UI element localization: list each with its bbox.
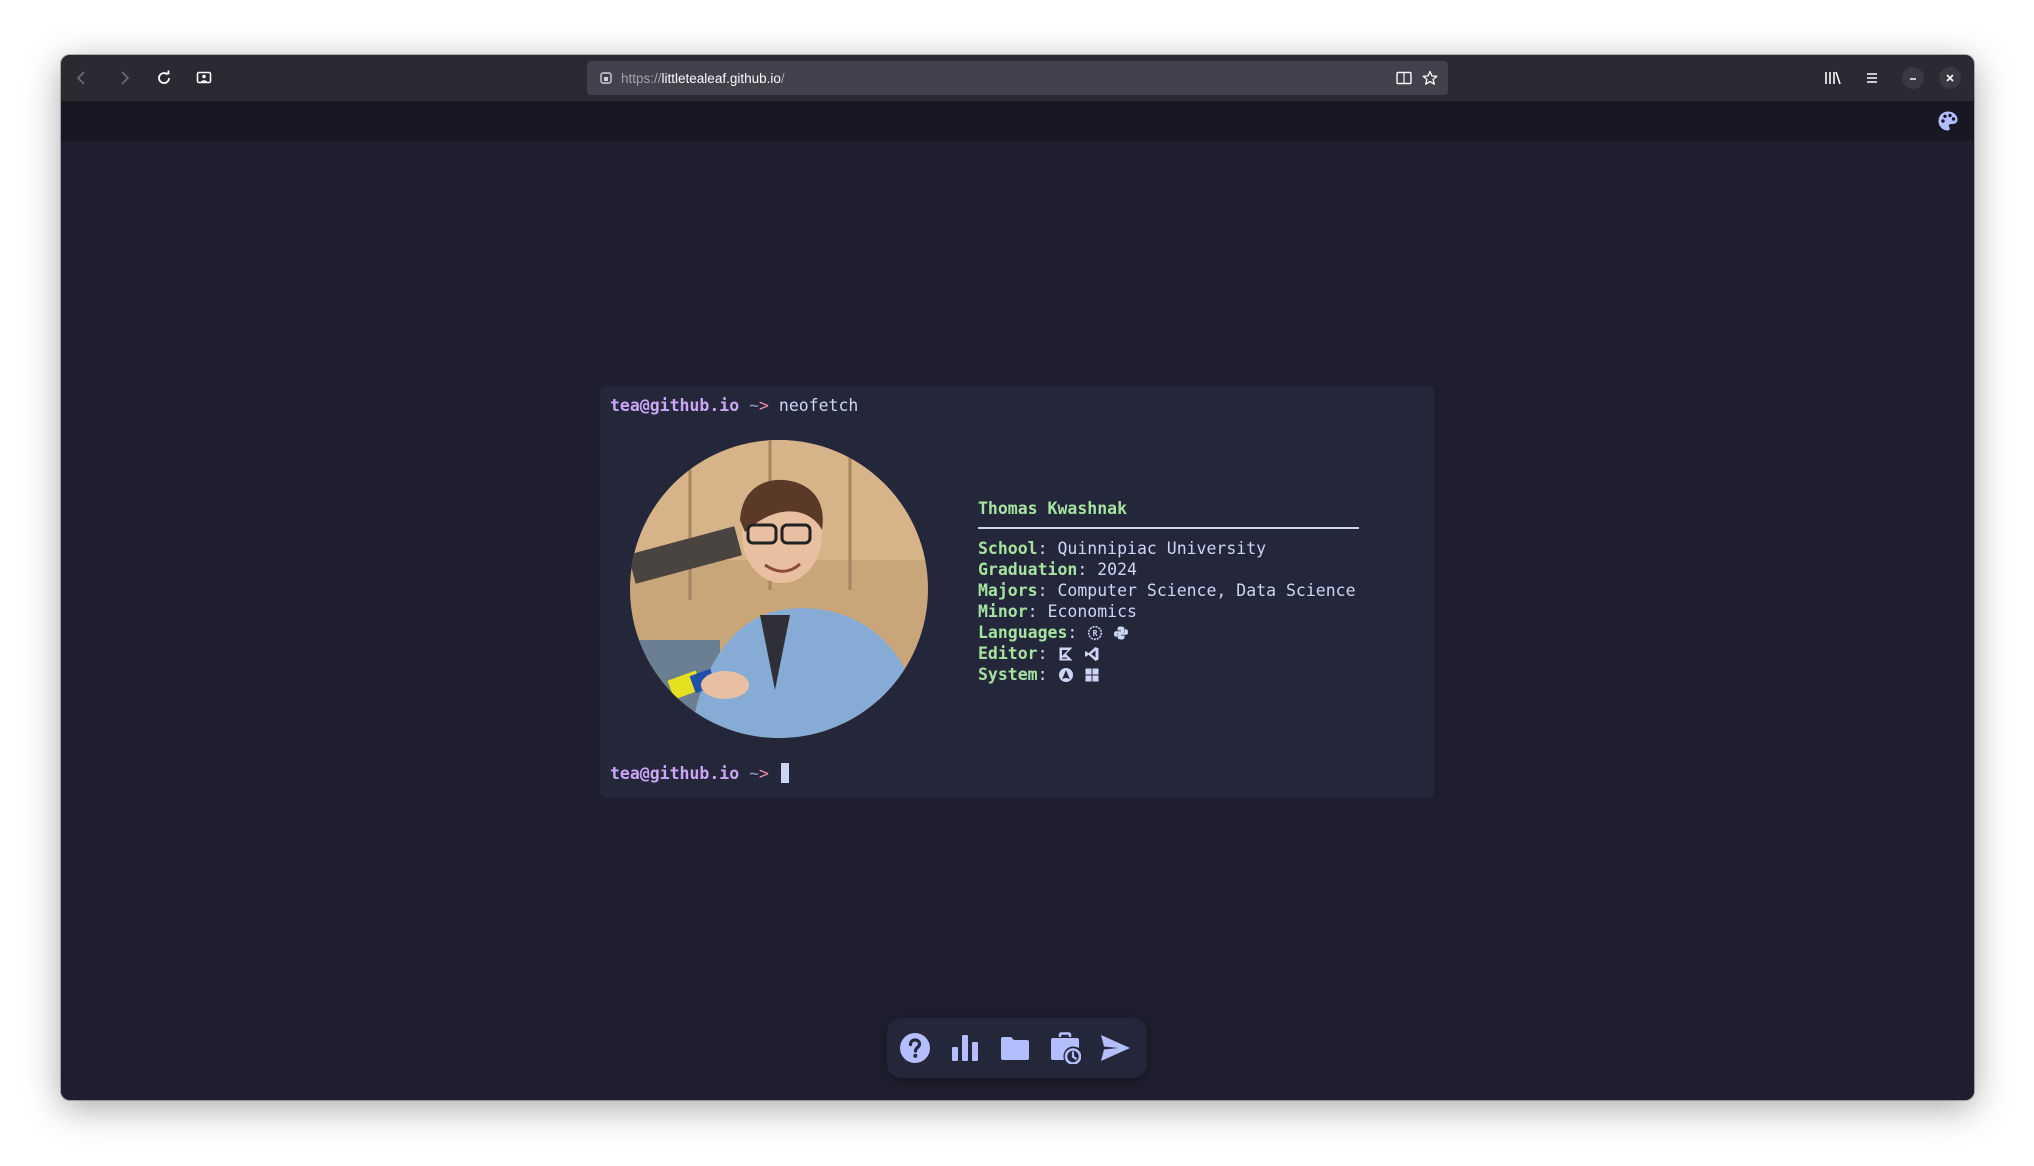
web-page: tea@github.io ~> neofetch Thomas Kwashna… [61, 101, 1974, 1100]
url-host: littletealeaf.github.io [661, 70, 781, 86]
prompt-line-command: tea@github.io ~> neofetch [610, 396, 858, 415]
lock-icon[interactable] [597, 69, 615, 87]
account-button[interactable] [190, 64, 218, 92]
close-icon [1946, 74, 1954, 82]
library-icon [1825, 71, 1841, 85]
info-key: Minor [978, 602, 1028, 621]
info-row-majors: Majors: Computer Science, Data Science [978, 581, 1356, 600]
library-button[interactable] [1819, 64, 1847, 92]
prompt-user: tea@github.io [610, 396, 740, 415]
back-button[interactable] [68, 64, 96, 92]
prompt-tilde: ~ [749, 764, 760, 783]
back-arrow-icon [76, 71, 85, 85]
info-value: Quinnipiac University [1057, 539, 1267, 558]
url-scheme: https:// [621, 70, 662, 86]
name-underline [978, 527, 1359, 529]
bookmark-star-icon[interactable] [1420, 68, 1440, 88]
close-window-button[interactable] [1939, 67, 1961, 89]
forward-arrow-icon [121, 71, 130, 85]
prompt-arrow: > [759, 396, 769, 415]
url-bar[interactable]: https://littletealeaf.github.io/ [587, 61, 1448, 95]
vscode-icon [1084, 646, 1100, 662]
arch-linux-icon [1058, 667, 1074, 683]
prompt-tilde: ~ [749, 396, 760, 415]
browser-window: https://littletealeaf.github.io/ tea@git… [61, 55, 1974, 1100]
command-text: neofetch [778, 396, 859, 415]
info-value: 2024 [1097, 560, 1137, 579]
windows-icon [1084, 667, 1100, 683]
page-header-bar [61, 101, 1974, 141]
prompt-line-active[interactable]: tea@github.io ~> [610, 763, 789, 783]
kotlin-intellij-icon [1058, 646, 1074, 662]
account-icon [196, 71, 212, 84]
reload-icon [158, 70, 170, 84]
info-key: Languages [978, 623, 1068, 642]
info-key: System [978, 665, 1038, 684]
theme-palette-icon[interactable] [1937, 110, 1959, 132]
menu-button[interactable] [1858, 64, 1886, 92]
reload-button[interactable] [150, 64, 178, 92]
browser-toolbar: https://littletealeaf.github.io/ [61, 55, 1974, 101]
info-row-languages: Languages: R [978, 622, 1359, 643]
info-key: Majors [978, 581, 1038, 600]
profile-name: Thomas Kwashnak [978, 499, 1128, 518]
info-row-editor: Editor: [978, 643, 1359, 664]
svg-text:R: R [1093, 629, 1098, 638]
info-key: School [978, 539, 1038, 558]
forward-button[interactable] [110, 64, 138, 92]
info-key: Graduation [978, 560, 1078, 579]
url-text[interactable]: https://littletealeaf.github.io/ [621, 71, 785, 86]
help-icon[interactable] [899, 1032, 931, 1064]
prompt-user: tea@github.io [610, 764, 740, 783]
bottom-dock [887, 1018, 1147, 1078]
info-value: Economics [1047, 602, 1137, 621]
minimize-button[interactable] [1902, 67, 1924, 89]
stats-chart-icon[interactable] [949, 1032, 981, 1064]
folder-icon[interactable] [999, 1032, 1031, 1064]
work-history-icon[interactable] [1049, 1032, 1081, 1064]
info-value: Computer Science, Data Science [1057, 581, 1356, 600]
info-row-system: System: [978, 664, 1359, 685]
info-key: Editor [978, 644, 1038, 663]
info-row-minor: Minor: Economics [978, 602, 1137, 621]
prompt-arrow: > [759, 764, 769, 783]
send-icon[interactable] [1099, 1032, 1131, 1064]
text-cursor[interactable] [780, 763, 789, 783]
profile-photo [630, 440, 928, 738]
info-row-graduation: Graduation: 2024 [978, 560, 1137, 579]
info-row-school: School: Quinnipiac University [978, 539, 1267, 558]
rust-icon: R [1087, 625, 1103, 641]
system-info: Thomas Kwashnak School: Quinnipiac Unive… [978, 498, 1359, 685]
reader-view-icon[interactable] [1394, 68, 1414, 88]
terminal-window: tea@github.io ~> neofetch Thomas Kwashna… [600, 386, 1434, 798]
minimize-icon [1910, 78, 1916, 80]
python-icon [1113, 625, 1129, 641]
hamburger-icon [1867, 73, 1877, 83]
url-path: / [780, 70, 785, 86]
